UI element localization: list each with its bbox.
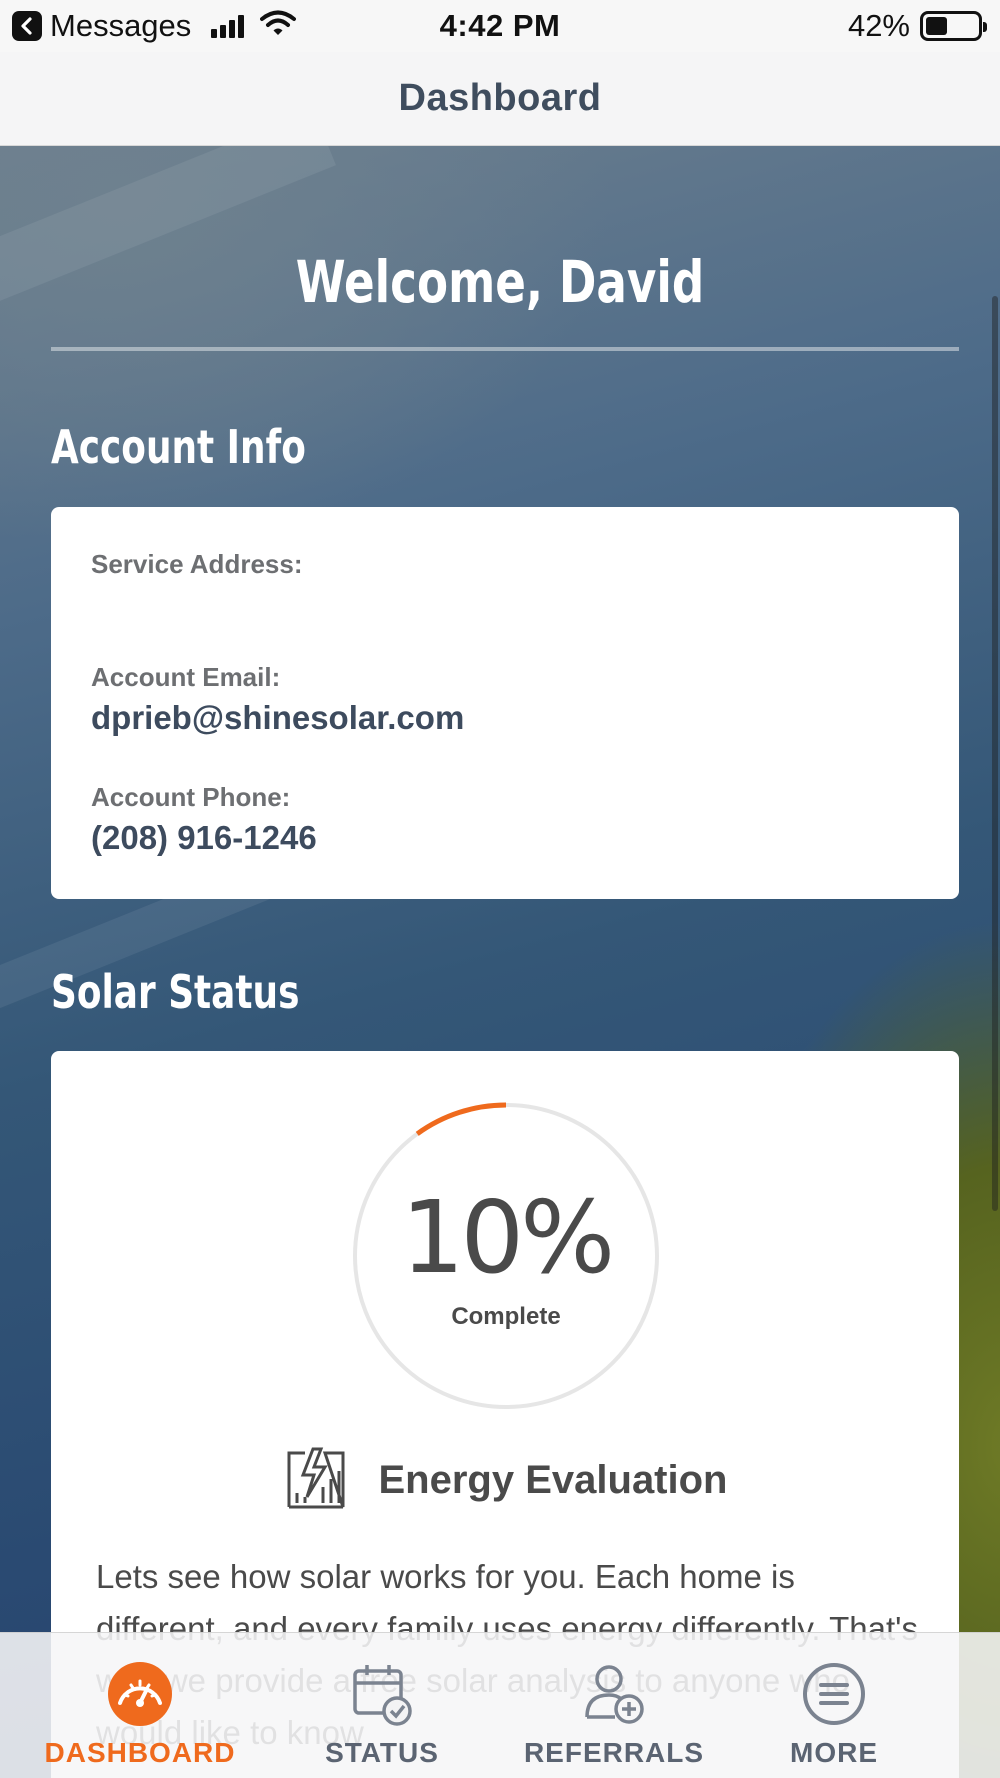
speedometer-icon xyxy=(105,1659,175,1729)
stage-header: Energy Evaluation xyxy=(51,1445,959,1516)
page-title: Dashboard xyxy=(398,77,602,119)
account-phone-label: Account Phone: xyxy=(91,782,291,812)
stage-title: Energy Evaluation xyxy=(378,1458,728,1502)
tab-dashboard[interactable]: DASHBOARD xyxy=(40,1633,240,1778)
tab-status-label: STATUS xyxy=(325,1737,439,1768)
battery-percent: 42% xyxy=(847,8,910,43)
energy-evaluation-icon xyxy=(283,1445,349,1516)
calendar-check-icon xyxy=(347,1659,417,1729)
tab-more-label: MORE xyxy=(790,1737,878,1768)
status-bar: Messages 4:42 PM 42% xyxy=(0,0,1000,52)
solar-status-heading: Solar Status xyxy=(51,965,300,1019)
account-info-card: Service Address: Account Email: dprieb@s… xyxy=(51,507,959,899)
progress-caption: Complete xyxy=(451,1303,561,1330)
account-phone-value: (208) 916-1246 xyxy=(91,819,317,856)
navigation-bar: Dashboard xyxy=(0,52,1000,146)
account-info-heading: Account Info xyxy=(51,420,306,474)
tab-more[interactable]: MORE xyxy=(734,1633,934,1778)
account-email-value: dprieb@shinesolar.com xyxy=(91,699,465,736)
tab-dashboard-label: DASHBOARD xyxy=(44,1737,236,1768)
tab-bar: DASHBOARD STATUS REFERRALS MORE xyxy=(0,1632,1000,1778)
add-user-icon xyxy=(579,1659,649,1729)
welcome-heading: Welcome, David xyxy=(295,248,705,316)
battery-icon xyxy=(920,11,987,41)
service-address-label: Service Address: xyxy=(91,549,303,579)
tab-status[interactable]: STATUS xyxy=(282,1633,482,1778)
progress-ring: 10% Complete xyxy=(351,1101,661,1411)
scrollbar[interactable] xyxy=(992,296,998,1211)
tab-referrals-label: REFERRALS xyxy=(523,1737,705,1768)
divider xyxy=(51,347,959,351)
menu-icon xyxy=(799,1659,869,1729)
account-email-label: Account Email: xyxy=(91,662,281,692)
tab-referrals[interactable]: REFERRALS xyxy=(514,1633,714,1778)
progress-percent: 10% xyxy=(400,1179,615,1296)
